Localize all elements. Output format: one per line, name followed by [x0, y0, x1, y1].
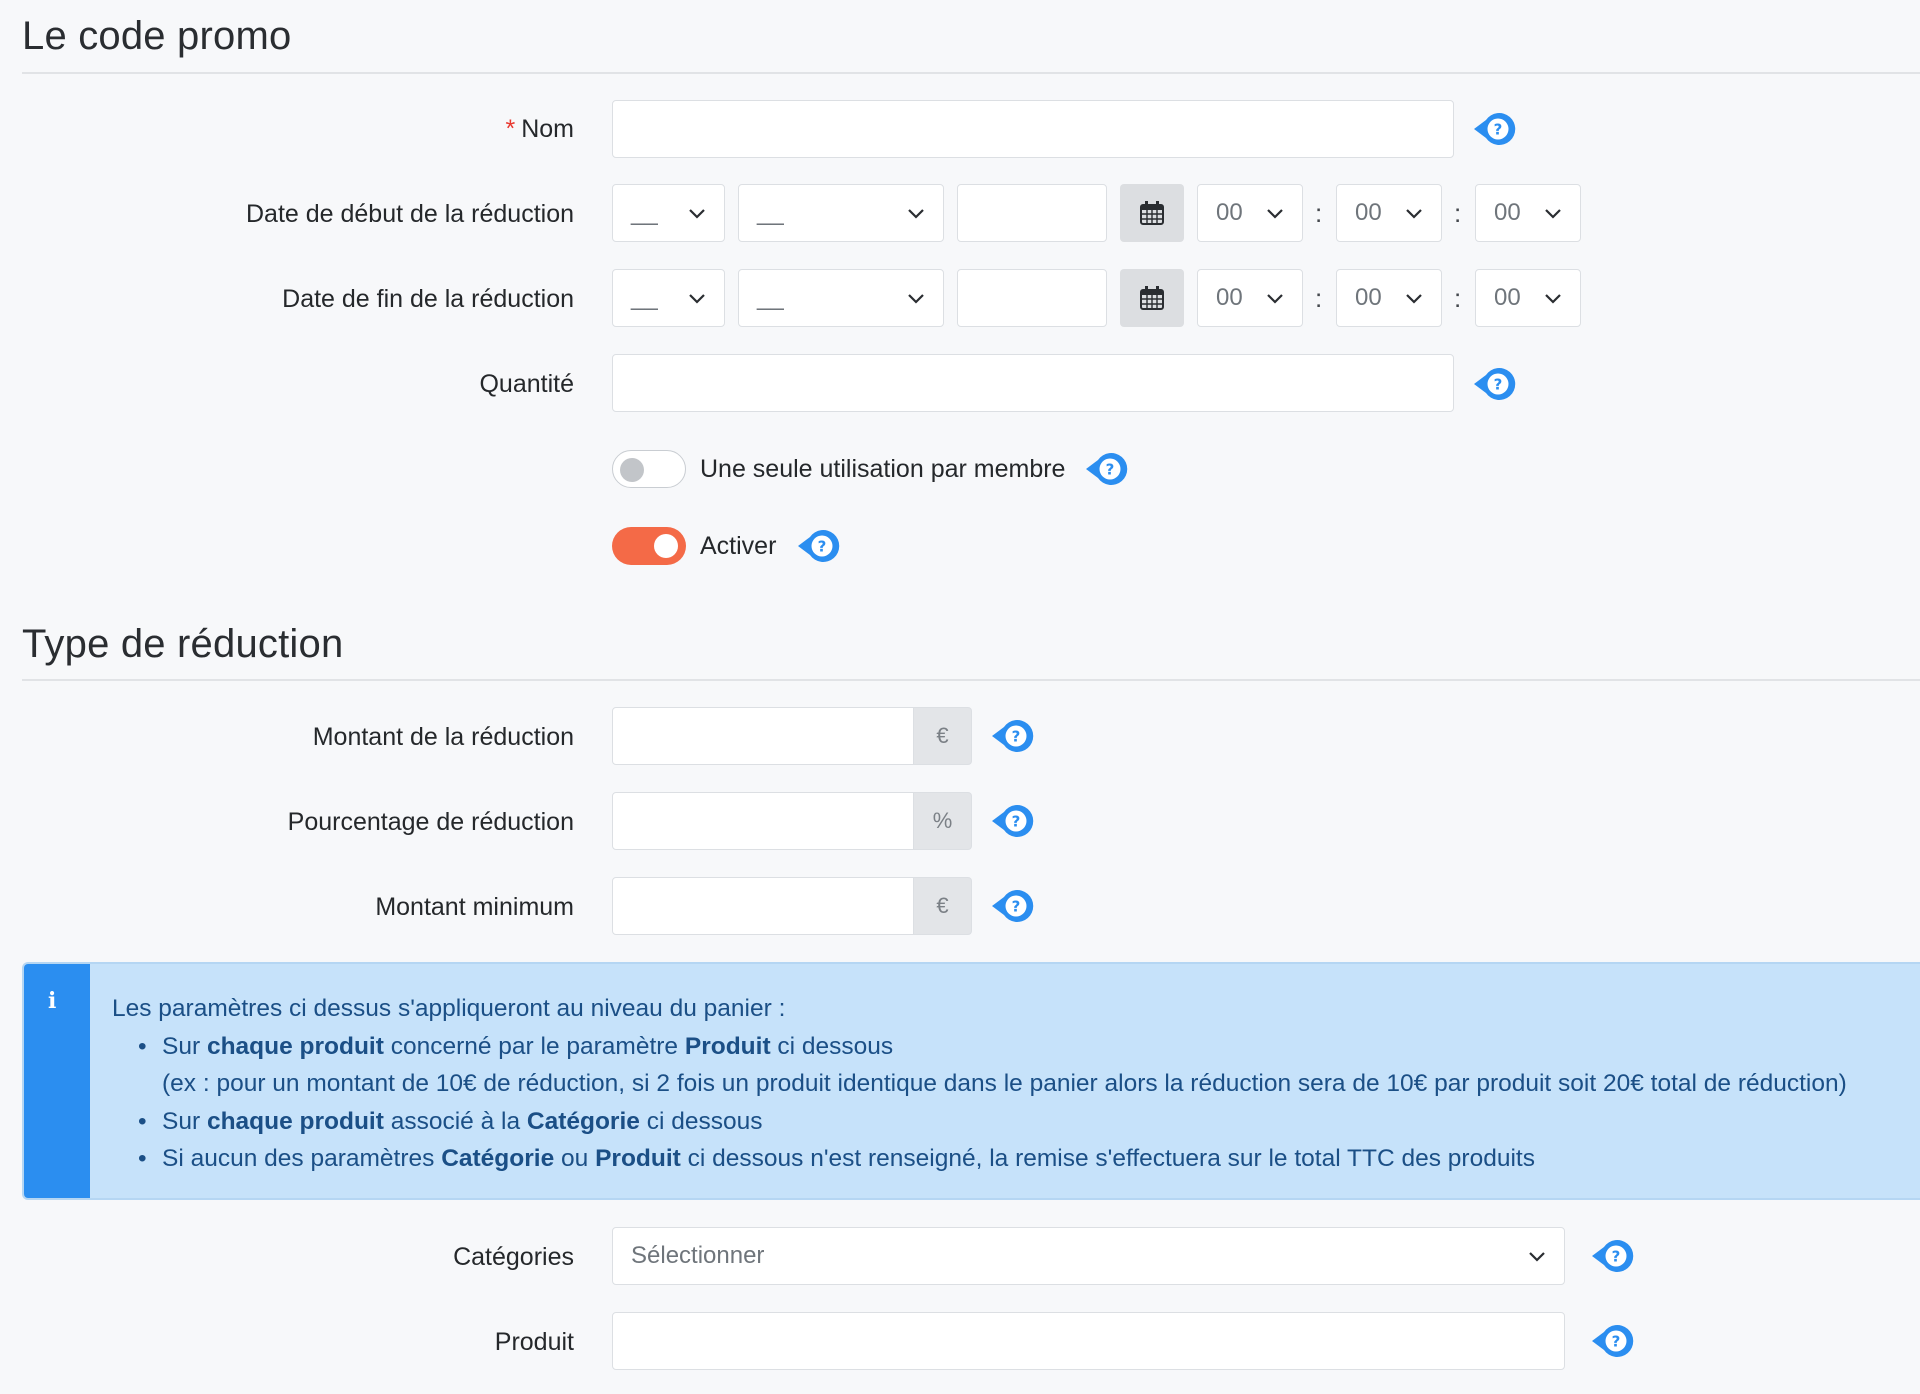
- svg-text:?: ?: [1012, 728, 1021, 746]
- calendar-icon: [1140, 201, 1164, 225]
- info-icon: i: [48, 988, 57, 1014]
- toggle-knob: [620, 458, 644, 482]
- date-fin-calendar-button[interactable]: [1120, 269, 1184, 327]
- section-divider: [22, 679, 1920, 681]
- alert-example: (ex : pour un montant de 10€ de réductio…: [162, 1070, 1847, 1097]
- chevron-down-icon: [908, 294, 924, 304]
- date-debut-day-select[interactable]: __: [612, 184, 725, 242]
- date-fin-month-select[interactable]: __: [738, 269, 944, 327]
- euro-addon: €: [914, 877, 972, 935]
- date-debut-month-select[interactable]: __: [738, 184, 944, 242]
- svg-text:?: ?: [1012, 898, 1021, 916]
- alert-list: Sur chaque produit concerné par le param…: [112, 1028, 1900, 1178]
- date-fin-second-select[interactable]: 00: [1475, 269, 1581, 327]
- date-fin-day-select[interactable]: __: [612, 269, 725, 327]
- date-fin-minute-select[interactable]: 00: [1336, 269, 1442, 327]
- toggle-knob: [654, 534, 678, 558]
- montant-reduction-input[interactable]: [612, 707, 914, 765]
- alert-bullet: Sur chaque produit concerné par le param…: [138, 1028, 1900, 1103]
- produit-label: Produit: [494, 1328, 574, 1356]
- svg-text:?: ?: [1106, 461, 1115, 479]
- svg-text:?: ?: [1612, 1248, 1621, 1266]
- date-debut-hour-select[interactable]: 00: [1197, 184, 1303, 242]
- section-title-reduction: Type de réduction: [22, 622, 344, 666]
- date-fin-label: Date de fin de la réduction: [282, 285, 574, 313]
- alert-text: Les paramètres ci dessus s'appliqueront …: [112, 990, 1900, 1178]
- nom-label: * Nom: [505, 115, 574, 143]
- euro-addon: €: [914, 707, 972, 765]
- time-separator: :: [1454, 198, 1462, 228]
- pourcentage-reduction-input[interactable]: [612, 792, 914, 850]
- help-icon[interactable]: ?: [990, 716, 1036, 756]
- chevron-down-icon: [908, 209, 924, 219]
- time-separator: :: [1454, 283, 1462, 313]
- svg-text:?: ?: [1494, 376, 1503, 394]
- required-star: *: [505, 115, 516, 143]
- help-icon[interactable]: ?: [1472, 364, 1518, 404]
- chevron-down-icon: [1529, 1252, 1545, 1262]
- categories-placeholder: Sélectionner: [631, 1242, 765, 1269]
- help-icon[interactable]: ?: [1472, 109, 1518, 149]
- activer-label: Activer: [700, 532, 777, 560]
- chevron-down-icon: [1406, 209, 1422, 219]
- time-separator: :: [1315, 283, 1323, 313]
- chevron-down-icon: [1267, 294, 1283, 304]
- quantite-input[interactable]: [612, 354, 1454, 412]
- time-separator: :: [1315, 198, 1323, 228]
- chevron-down-icon: [1406, 294, 1422, 304]
- chevron-down-icon: [689, 294, 705, 304]
- montant-reduction-label: Montant de la réduction: [312, 723, 574, 751]
- date-debut-year-input[interactable]: [957, 184, 1107, 242]
- help-icon[interactable]: ?: [796, 526, 842, 566]
- date-debut-minute-select[interactable]: 00: [1336, 184, 1442, 242]
- quantite-label: Quantité: [479, 370, 574, 398]
- produit-input[interactable]: [612, 1312, 1565, 1370]
- activer-toggle[interactable]: [612, 527, 686, 565]
- alert-accent-bar: [24, 964, 90, 1198]
- svg-text:?: ?: [1612, 1333, 1621, 1351]
- help-icon[interactable]: ?: [990, 886, 1036, 926]
- section-divider: [22, 72, 1920, 74]
- pourcentage-reduction-label: Pourcentage de réduction: [287, 808, 574, 836]
- date-debut-calendar-button[interactable]: [1120, 184, 1184, 242]
- chevron-down-icon: [1267, 209, 1283, 219]
- montant-minimum-input[interactable]: [612, 877, 914, 935]
- calendar-icon: [1140, 286, 1164, 310]
- date-debut-second-select[interactable]: 00: [1475, 184, 1581, 242]
- svg-text:?: ?: [1494, 121, 1503, 139]
- help-icon[interactable]: ?: [990, 801, 1036, 841]
- chevron-down-icon: [1545, 209, 1561, 219]
- nom-input[interactable]: [612, 100, 1454, 158]
- chevron-down-icon: [689, 209, 705, 219]
- section-title-promo: Le code promo: [22, 14, 292, 58]
- alert-bullet: Si aucun des paramètres Catégorie ou Pro…: [138, 1140, 1900, 1178]
- date-fin-hour-select[interactable]: 00: [1197, 269, 1303, 327]
- promo-code-form: Le code promo * Nom ? Date de début de la…: [0, 0, 1920, 1394]
- help-icon[interactable]: ?: [1590, 1321, 1636, 1361]
- svg-text:?: ?: [818, 538, 827, 556]
- date-fin-year-input[interactable]: [957, 269, 1107, 327]
- chevron-down-icon: [1545, 294, 1561, 304]
- svg-text:?: ?: [1012, 813, 1021, 831]
- alert-bullet: Sur chaque produit associé à la Catégori…: [138, 1103, 1900, 1141]
- date-debut-label: Date de début de la réduction: [245, 200, 574, 228]
- montant-minimum-label: Montant minimum: [375, 893, 574, 921]
- help-icon[interactable]: ?: [1084, 449, 1130, 489]
- categories-label: Catégories: [453, 1243, 574, 1271]
- info-alert: i Les paramètres ci dessus s'appliqueron…: [22, 962, 1920, 1200]
- alert-intro: Les paramètres ci dessus s'appliqueront …: [112, 995, 786, 1022]
- categories-select[interactable]: Sélectionner: [612, 1227, 1565, 1285]
- help-icon[interactable]: ?: [1590, 1236, 1636, 1276]
- single-use-toggle[interactable]: [612, 450, 686, 488]
- percent-addon: %: [914, 792, 972, 850]
- single-use-label: Une seule utilisation par membre: [700, 455, 1066, 483]
